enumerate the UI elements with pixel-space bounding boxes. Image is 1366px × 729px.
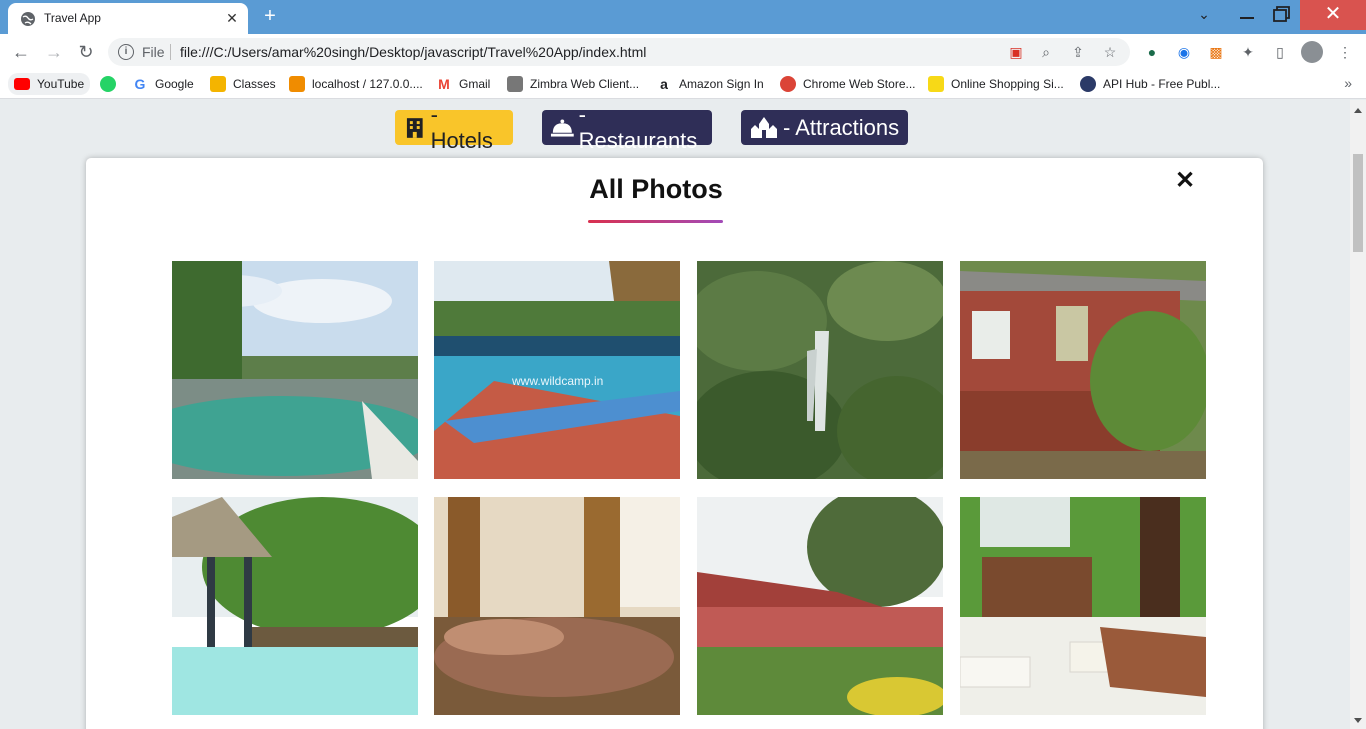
bookmark-api-hub[interactable]: API Hub - Free Publ... (1080, 74, 1220, 94)
chrome-store-icon (780, 76, 796, 92)
photo-cottage-row[interactable] (697, 497, 943, 715)
flipkart-icon (928, 76, 944, 92)
extensions-puzzle-icon[interactable]: ✦ (1239, 43, 1257, 61)
bookmark-zimbra[interactable]: Zimbra Web Client... (507, 74, 639, 94)
more-bookmarks-icon[interactable]: » (1344, 75, 1352, 91)
photo-pool-hut[interactable] (172, 497, 418, 715)
close-icon[interactable]: ✕ (1174, 169, 1196, 193)
bookmark-youtube[interactable]: YouTube (8, 73, 91, 95)
modal-title: All Photos (589, 174, 723, 204)
bookmark-label: localhost / 127.0.0.... (312, 77, 423, 91)
blocked-popup-icon[interactable]: ▣ (1008, 44, 1024, 60)
divider (170, 44, 171, 60)
minimize-icon[interactable] (1228, 0, 1264, 30)
photo-round-pool[interactable] (172, 261, 418, 479)
bookmark-label: Chrome Web Store... (803, 77, 916, 91)
share-icon[interactable]: ⇪ (1070, 44, 1086, 60)
window-close-icon[interactable]: ✕ (1300, 0, 1366, 30)
info-icon[interactable]: i (118, 44, 134, 60)
bookmark-label: Online Shopping Si... (951, 77, 1064, 91)
bookmark-label: Zimbra Web Client... (530, 77, 640, 91)
bookmark-label: Classes (233, 77, 276, 91)
tab-search-icon[interactable]: ⌄ (1186, 6, 1222, 36)
page-scrollbar[interactable] (1350, 100, 1366, 729)
amazon-icon: a (660, 76, 668, 92)
bookmark-classes[interactable]: Classes (210, 74, 276, 94)
photo-pool-gazebo[interactable]: www.wildcamp.in (434, 261, 680, 479)
hotels-button[interactable]: - Hotels (395, 102, 513, 153)
profile-avatar[interactable] (1301, 41, 1323, 63)
bookmark-label: YouTube (37, 77, 85, 91)
bookmark-localhost[interactable]: localhost / 127.0.0.... (289, 74, 423, 94)
bookmark-label: Google (155, 77, 194, 91)
google-icon: G (134, 76, 146, 92)
tab-close-icon[interactable]: ✕ (224, 10, 240, 26)
youtube-icon (14, 78, 30, 90)
hotels-label: - Hotels (430, 101, 493, 153)
classroom-icon (210, 76, 226, 92)
all-photos-modal: All Photos ✕ www.wildcamp.in (86, 158, 1263, 729)
restaurants-button[interactable]: - Restaurants (542, 102, 712, 153)
title-underline (588, 220, 723, 223)
tab-title: Travel App (44, 11, 101, 25)
photo-red-cottage[interactable] (960, 261, 1206, 479)
globe-icon (21, 12, 35, 26)
forward-icon[interactable]: → (42, 40, 66, 64)
file-label: File (142, 44, 165, 60)
page-content: - Hotels - Restaurants - Attractions All… (0, 100, 1350, 729)
scroll-down-icon[interactable] (1354, 718, 1362, 723)
restore-icon[interactable] (1263, 0, 1299, 30)
bookmark-amazon[interactable]: a Amazon Sign In (656, 74, 764, 94)
bookmark-star-icon[interactable]: ☆ (1102, 44, 1118, 60)
reload-icon[interactable]: ↻ (74, 40, 98, 64)
bookmarks-bar: YouTube G Google Classes localhost / 127… (0, 70, 1366, 99)
bookmark-label: Amazon Sign In (679, 77, 764, 91)
tab-strip: Travel App ✕ + ⌄ ✕ (0, 0, 1366, 34)
scrollbar-thumb[interactable] (1353, 154, 1363, 252)
bookmark-gmail[interactable]: M Gmail (436, 74, 490, 94)
scroll-up-icon[interactable] (1354, 108, 1362, 113)
bookmark-online-shopping[interactable]: Online Shopping Si... (928, 74, 1064, 94)
apihub-icon (1080, 76, 1096, 92)
attractions-label: - Attractions (783, 114, 900, 140)
address-bar[interactable]: i File file:///C:/Users/amar%20singh/Des… (108, 38, 1130, 66)
whatsapp-icon (100, 76, 116, 92)
extension-one-icon[interactable]: ● (1143, 43, 1161, 61)
photo-bedroom[interactable] (434, 497, 680, 715)
hotel-icon (406, 117, 423, 138)
extension-two-icon[interactable]: ◉ (1175, 43, 1193, 61)
tab-travel-app[interactable]: Travel App ✕ (8, 3, 248, 34)
restaurants-label: - Restaurants (578, 101, 698, 153)
photo-room-towels[interactable] (960, 497, 1206, 715)
photo-watermark: www.wildcamp.in (511, 374, 603, 388)
photo-waterfall[interactable] (697, 261, 943, 479)
url-text[interactable]: file:///C:/Users/amar%20singh/Desktop/ja… (180, 44, 646, 60)
zimbra-icon (507, 76, 523, 92)
zoom-icon[interactable]: ⌕ (1038, 44, 1054, 60)
bookmark-label: Gmail (459, 77, 491, 91)
phpmyadmin-icon (289, 76, 305, 92)
menu-kebab-icon[interactable]: ⋮ (1336, 43, 1354, 61)
landmark-icon (751, 116, 777, 138)
bookmark-label: API Hub - Free Publ... (1103, 77, 1221, 91)
bookmark-whatsapp[interactable] (100, 74, 123, 94)
extension-three-icon[interactable]: ▩ (1207, 43, 1225, 61)
new-tab-icon[interactable]: + (259, 6, 281, 28)
bookmark-google[interactable]: G Google (132, 74, 194, 94)
back-icon[interactable]: ← (9, 40, 33, 64)
side-panel-icon[interactable]: ▯ (1271, 43, 1289, 61)
attractions-button[interactable]: - Attractions (741, 110, 908, 145)
browser-toolbar: ← → ↻ i File file:///C:/Users/amar%20sin… (0, 34, 1366, 70)
bookmark-chrome-store[interactable]: Chrome Web Store... (780, 74, 916, 94)
service-bell-icon (550, 118, 574, 137)
gmail-icon: M (438, 76, 450, 92)
